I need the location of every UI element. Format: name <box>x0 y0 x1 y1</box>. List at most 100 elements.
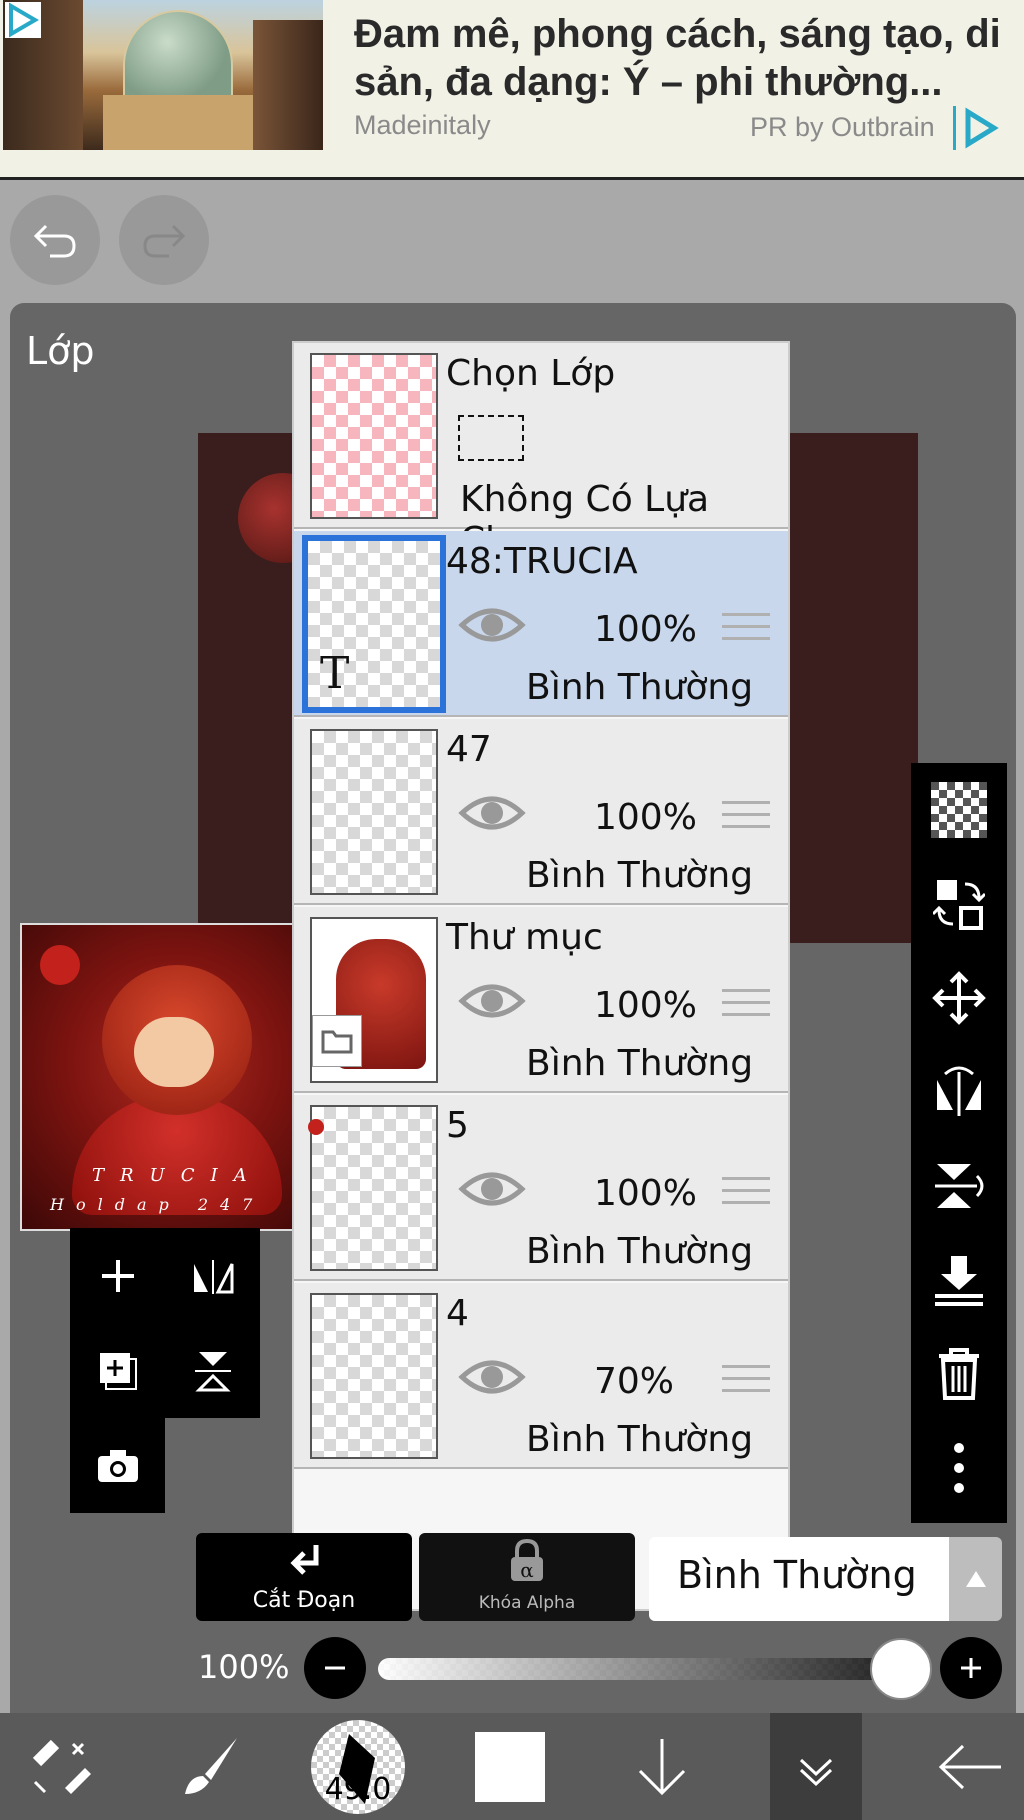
add-layer-copy-button[interactable] <box>70 1323 165 1418</box>
transform-tool-button[interactable] <box>10 1713 110 1820</box>
outbrain-icon[interactable] <box>953 106 1003 150</box>
trash-icon <box>939 1348 979 1400</box>
drag-handle-icon[interactable] <box>722 1177 770 1213</box>
layer-name: 4 <box>446 1293 469 1334</box>
opacity-slider[interactable] <box>378 1658 926 1680</box>
drag-handle-icon[interactable] <box>722 989 770 1025</box>
ad-image[interactable] <box>3 0 323 150</box>
redo-button[interactable] <box>119 195 209 285</box>
layer-thumbnail <box>310 729 438 895</box>
blend-mode-select[interactable]: Bình Thường <box>649 1537 949 1621</box>
layer-list[interactable]: Chọn Lớp Không Có Lựa Chọn T 48:TRUCIA 1… <box>292 341 790 1611</box>
ad-banner[interactable]: Đam mê, phong cách, sáng tạo, di sản, đa… <box>0 0 1024 180</box>
color-picker-button[interactable] <box>460 1713 560 1820</box>
more-options-button[interactable] <box>911 1421 1007 1515</box>
layer-thumbnail <box>310 917 438 1083</box>
merge-down-icon <box>935 1256 983 1306</box>
ad-source: Madeinitaly <box>354 110 491 140</box>
move-icon <box>932 971 986 1025</box>
panel-title: Lớp <box>26 329 95 373</box>
flip-vertical-layer-button[interactable] <box>911 1139 1007 1233</box>
text-layer-icon: T <box>320 648 350 699</box>
visibility-eye-icon[interactable] <box>458 1167 526 1211</box>
more-vertical-icon <box>954 1443 964 1493</box>
layer-name: 47 <box>446 729 492 770</box>
transform-icon <box>32 1739 91 1794</box>
move-layer-button[interactable] <box>911 951 1007 1045</box>
layer-blend-mode: Bình Thường <box>526 1043 754 1084</box>
layers-toggle-button[interactable] <box>770 1713 862 1820</box>
plus-icon <box>961 1658 981 1678</box>
layer-blend-mode: Bình Thường <box>526 1231 754 1272</box>
ad-pr-label[interactable]: PR by Outbrain <box>750 112 935 143</box>
layer-opacity: 100% <box>594 797 697 838</box>
visibility-eye-icon[interactable] <box>458 603 526 647</box>
layer-name: Thư mục <box>446 917 603 958</box>
layer-row[interactable]: T 48:TRUCIA 100% Bình Thường <box>294 531 788 717</box>
camera-icon <box>97 1449 138 1482</box>
redo-icon <box>143 224 186 258</box>
layer-tools-toolbar <box>911 763 1007 1523</box>
visibility-eye-icon[interactable] <box>458 1355 526 1399</box>
layer-row[interactable]: 47 100% Bình Thường <box>294 719 788 905</box>
thumbnail-text-subtitle: Holdap 247 <box>50 1195 265 1214</box>
layer-opacity: 100% <box>594 609 697 650</box>
blend-mode-dropdown-button[interactable] <box>949 1537 1002 1621</box>
visibility-eye-icon[interactable] <box>458 979 526 1023</box>
artwork-thumbnail[interactable]: TRUCIA Holdap 247 <box>20 923 328 1231</box>
drag-handle-icon[interactable] <box>722 1365 770 1401</box>
drag-handle-icon[interactable] <box>722 801 770 837</box>
ad-choices-icon[interactable] <box>5 2 41 38</box>
layer-down-button[interactable] <box>612 1713 712 1820</box>
undo-icon <box>33 224 76 258</box>
arrow-down-icon <box>638 1738 686 1795</box>
brush-tool-button[interactable] <box>160 1713 260 1820</box>
flip-vertical-icon <box>935 1164 984 1208</box>
flip-vertical-icon <box>194 1351 231 1391</box>
plus-icon <box>101 1259 134 1292</box>
undo-button[interactable] <box>10 195 100 285</box>
camera-button[interactable] <box>70 1418 165 1513</box>
opacity-slider-thumb[interactable] <box>870 1638 932 1700</box>
chevron-down-double-icon <box>799 1758 833 1786</box>
svg-text:α: α <box>520 1558 534 1582</box>
bottom-toolbar: 49.0 <box>0 1713 1024 1820</box>
layer-row[interactable]: 5 100% Bình Thường <box>294 1095 788 1281</box>
layer-blend-mode: Bình Thường <box>526 667 754 708</box>
layer-thumbnail <box>308 1105 438 1271</box>
selection-layer-row[interactable]: Chọn Lớp Không Có Lựa Chọn <box>294 343 788 561</box>
opacity-label: 100% <box>198 1648 290 1686</box>
layer-name: 48:TRUCIA <box>446 541 638 582</box>
visibility-eye-icon[interactable] <box>458 791 526 835</box>
alpha-lock-button[interactable]: α Khóa Alpha <box>419 1533 635 1621</box>
flip-horizontal-layer-button[interactable] <box>911 1045 1007 1139</box>
back-button[interactable] <box>920 1713 1020 1820</box>
clipping-button[interactable]: Cắt Đoạn <box>196 1533 412 1621</box>
opacity-decrease-button[interactable] <box>304 1637 366 1699</box>
layer-row[interactable]: 4 70% Bình Thường <box>294 1283 788 1469</box>
brush-size-value: 49.0 <box>324 1771 392 1807</box>
brush-size-button[interactable]: 49.0 <box>308 1713 408 1820</box>
selection-marquee-icon <box>458 415 524 461</box>
layer-opacity: 100% <box>594 1173 697 1214</box>
layer-thumbnail: T <box>302 535 446 713</box>
merge-down-button[interactable] <box>911 1233 1007 1327</box>
layer-name: Chọn Lớp <box>446 353 616 394</box>
checkerboard-icon <box>931 782 987 838</box>
lock-icon: α <box>511 1539 543 1582</box>
delete-layer-button[interactable] <box>911 1327 1007 1421</box>
transparency-button[interactable] <box>911 763 1007 857</box>
opacity-increase-button[interactable] <box>940 1637 1002 1699</box>
flip-vertical-button[interactable] <box>165 1323 260 1418</box>
layer-opacity: 70% <box>594 1361 675 1402</box>
folder-layer-row[interactable]: Thư mục 100% Bình Thường <box>294 907 788 1093</box>
add-layer-button[interactable] <box>70 1228 165 1323</box>
blend-mode-value: Bình Thường <box>677 1553 917 1597</box>
swap-layer-button[interactable] <box>911 857 1007 951</box>
ad-title[interactable]: Đam mê, phong cách, sáng tạo, di sản, đa… <box>354 10 1014 106</box>
alpha-lock-label: Khóa Alpha <box>478 1593 576 1613</box>
current-color-swatch <box>475 1731 545 1802</box>
arrow-left-icon <box>938 1744 1001 1789</box>
drag-handle-icon[interactable] <box>722 613 770 649</box>
flip-horizontal-button[interactable] <box>165 1228 260 1323</box>
